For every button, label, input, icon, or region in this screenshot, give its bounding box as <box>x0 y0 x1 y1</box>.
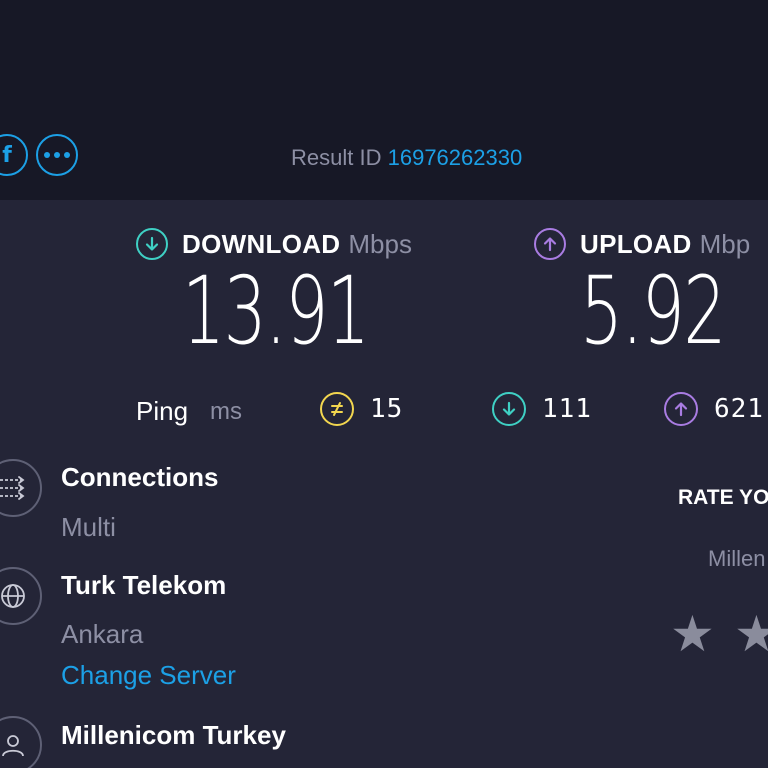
server-location: Ankara <box>61 619 144 649</box>
more-options-icon[interactable] <box>36 134 78 176</box>
download-unit: Mbps <box>348 228 412 259</box>
result-id-link[interactable]: 16976262330 <box>388 145 523 170</box>
download-label: DOWNLOAD <box>182 228 341 259</box>
ping-upload: 621 <box>664 392 764 426</box>
idle-latency-icon <box>320 392 354 426</box>
user-icon <box>0 716 42 768</box>
ping-upload-value: 621 <box>714 394 764 424</box>
download-arrow-icon <box>136 228 168 260</box>
connections-icon <box>0 459 42 517</box>
connections-value: Multi <box>61 512 116 542</box>
rate-isp-name: Millen <box>708 546 766 571</box>
change-server-link[interactable]: Change Server <box>61 660 236 691</box>
upload-header: UPLOAD Mbp <box>534 228 750 260</box>
rate-title: RATE YO <box>678 486 768 509</box>
ping-row: Ping ms 15 111 621 <box>0 392 768 430</box>
server-name: Turk Telekom <box>61 570 227 600</box>
result-id: Result ID 16976262330 <box>291 145 522 171</box>
result-id-label: Result ID <box>291 145 382 170</box>
upload-unit: Mbp <box>699 228 751 259</box>
ping-idle: 15 <box>320 392 403 426</box>
ping-download: 111 <box>492 392 592 426</box>
upload-label: UPLOAD <box>580 228 692 259</box>
globe-icon <box>0 567 42 625</box>
isp-name: Millenicom Turkey <box>61 720 286 750</box>
ping-label: Ping <box>136 396 189 426</box>
ping-download-value: 111 <box>542 394 592 424</box>
upload-latency-icon <box>664 392 698 426</box>
download-speed-value: 13.91 <box>182 257 370 366</box>
ping-idle-value: 15 <box>370 394 404 424</box>
upload-speed-value: 5.92 <box>580 257 726 366</box>
connections-title: Connections <box>61 462 219 492</box>
upload-arrow-icon <box>534 228 566 260</box>
star-icon[interactable]: ★ <box>670 606 715 662</box>
download-header: DOWNLOAD Mbps <box>136 228 412 260</box>
ping-unit: ms <box>210 398 242 425</box>
download-latency-icon <box>492 392 526 426</box>
star-icon[interactable]: ★ <box>734 606 768 662</box>
